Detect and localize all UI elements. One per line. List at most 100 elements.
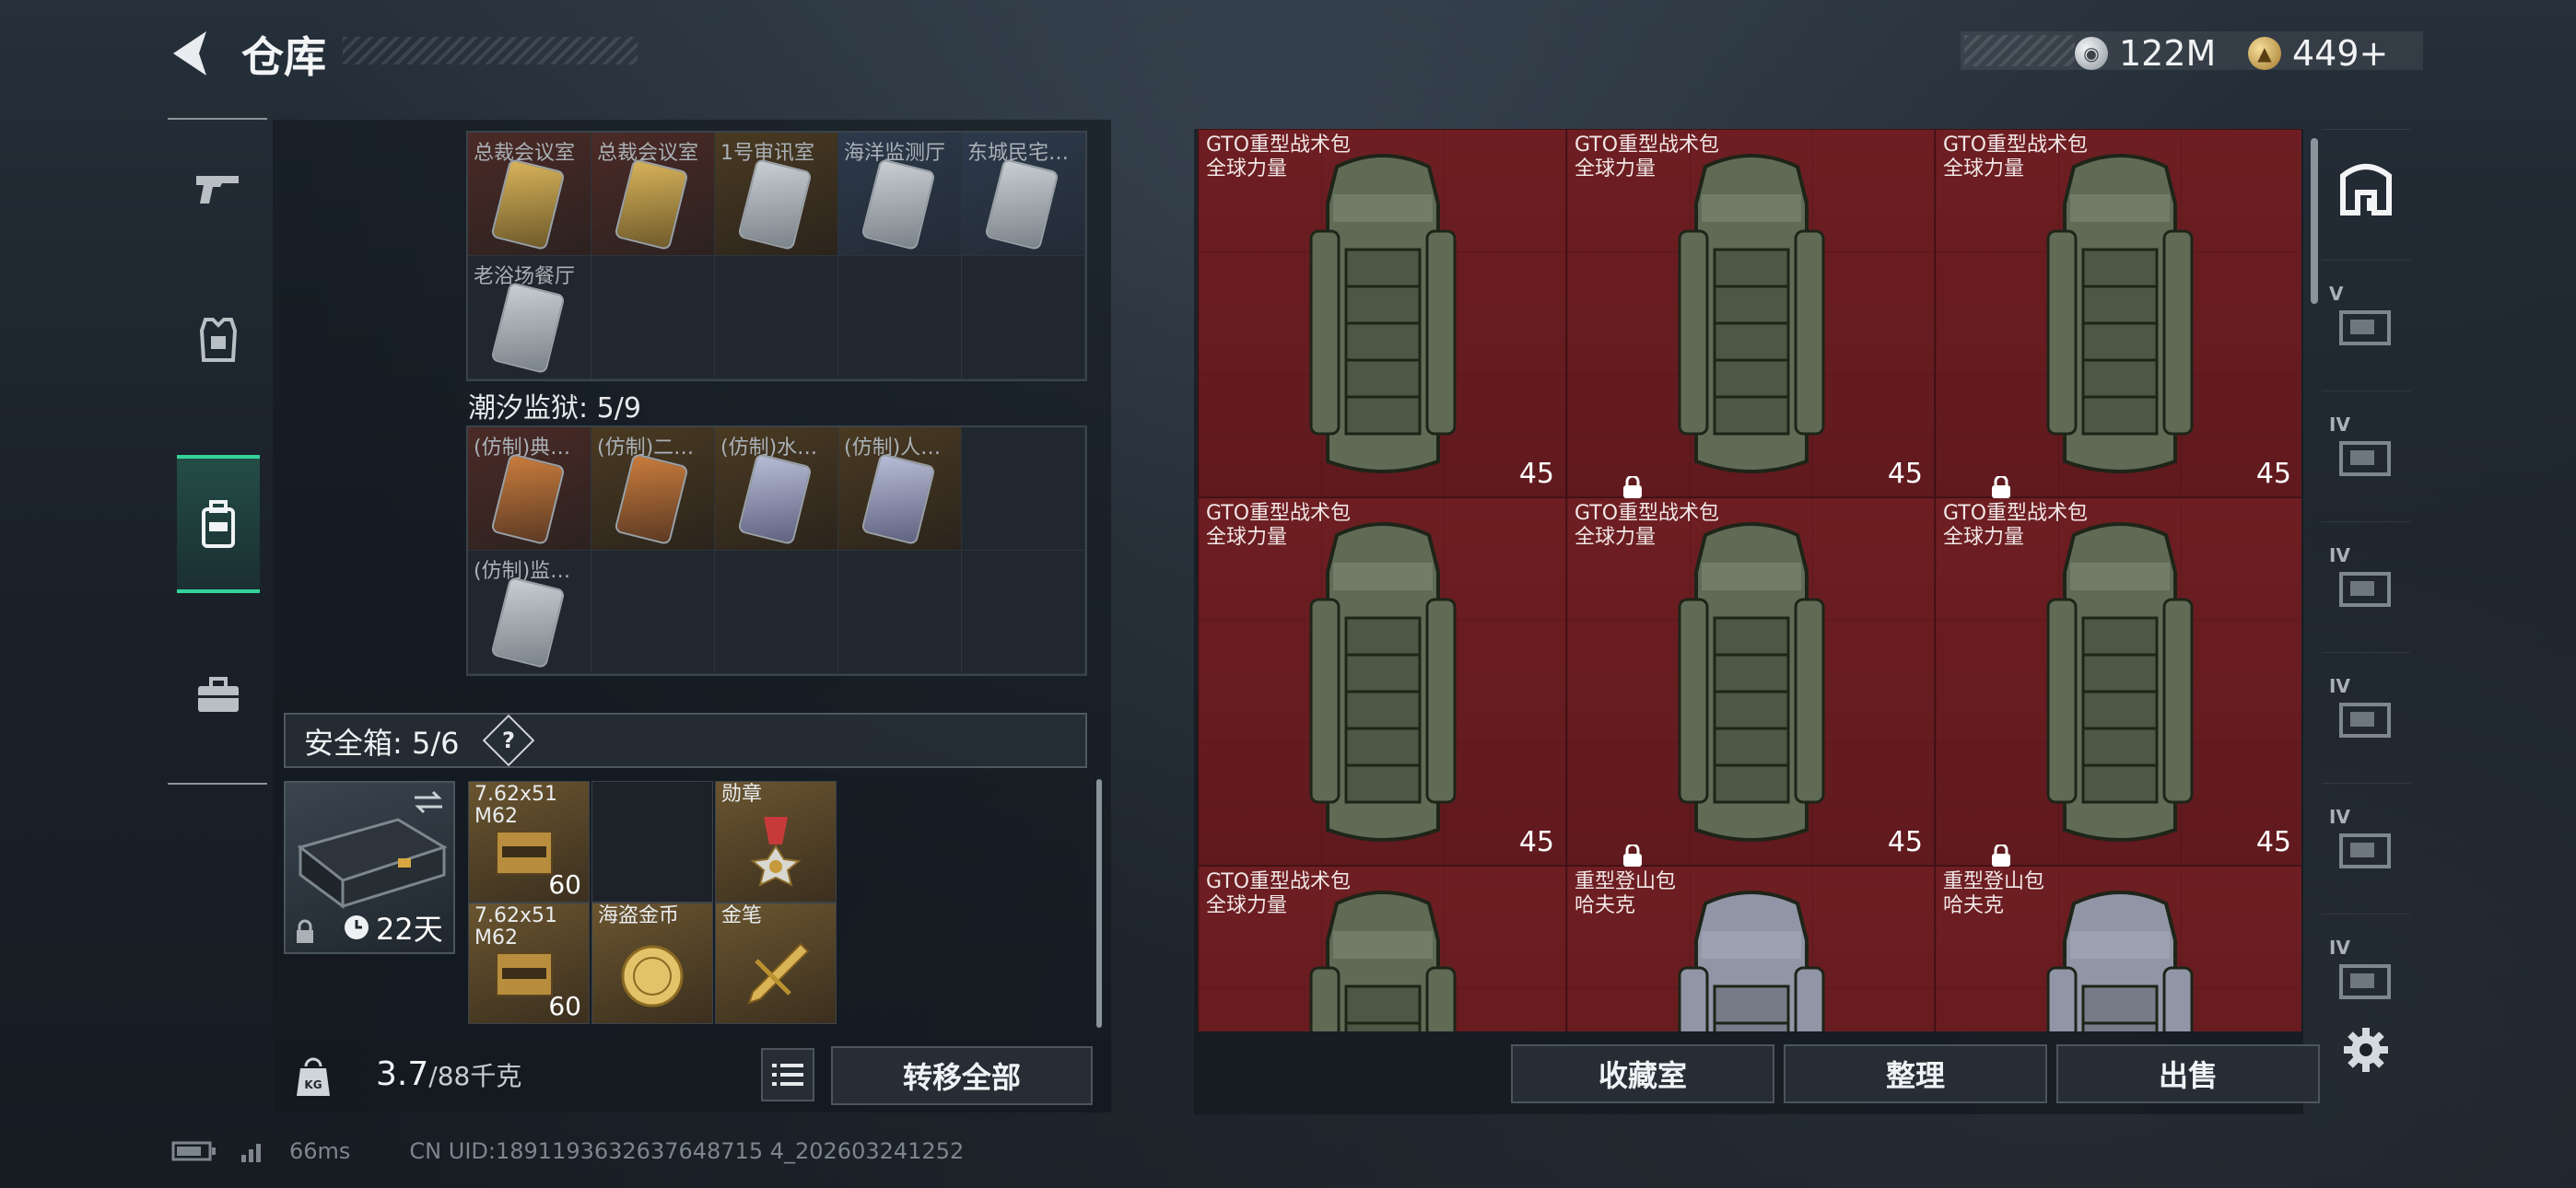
status-line: 66ms CN UID:1891193632637648715 4_202603… [171, 1138, 964, 1164]
key-grid-prison: (仿制)典… (仿制)二… (仿制)水… (仿制)人… (仿制)监… [466, 425, 1087, 676]
collection-room-button[interactable]: 收藏室 [1511, 1044, 1774, 1103]
key-grid-1: 总裁会议室 总裁会议室 1号审讯室 海洋监测厅 东城民宅… 老浴场餐厅 [466, 131, 1087, 381]
nav-cases[interactable] [177, 626, 260, 764]
keycard-icon [490, 157, 566, 251]
key-slot[interactable]: (仿制)水… [715, 427, 838, 551]
pistol-icon [196, 176, 239, 204]
key-slot[interactable]: 1号审讯室 [715, 133, 838, 256]
empty-slot [962, 256, 1085, 379]
keycard-icon [614, 157, 689, 251]
key-slot[interactable]: 老浴场餐厅 [468, 256, 591, 379]
keycard-icon [737, 452, 813, 546]
left-scrollbar[interactable] [1096, 779, 1102, 1028]
item-capacity: 45 [1519, 458, 1642, 498]
stash-tab[interactable]: IV [2322, 914, 2410, 1033]
item-name: GTO重型战术包 全球力量 [1943, 502, 2089, 549]
stash-tab[interactable]: IV [2322, 783, 2410, 903]
empty-slot [715, 551, 838, 674]
list-view-button[interactable] [761, 1048, 814, 1101]
user-uid: CN UID:1891193632637648715 4_20260324125… [409, 1138, 965, 1164]
transfer-all-button[interactable]: 转移全部 [831, 1046, 1093, 1105]
item-name: 重型登山包 哈夫克 [1943, 870, 2045, 917]
item-name: GTO重型战术包 全球力量 [1206, 502, 1352, 549]
stash-item[interactable]: GTO重型战术包 全球力量 45 [1566, 497, 2010, 867]
stash-item[interactable]: GTO重型战术包 全球力量 45 [1198, 129, 1642, 498]
nav-backpacks[interactable] [177, 455, 260, 593]
key-slot[interactable]: (仿制)人… [838, 427, 962, 551]
backpack-icon [1309, 522, 1457, 842]
safe-slot-ammo[interactable]: 7.62x51 M62 60 [468, 903, 590, 1024]
secure-case-icon [297, 818, 448, 909]
back-button[interactable] [166, 26, 217, 81]
backpack-icon [202, 500, 235, 548]
empty-slot [591, 256, 715, 379]
safe-slot-ammo[interactable]: 7.62x51 M62 60 [468, 781, 590, 903]
svg-text:KG: KG [304, 1078, 322, 1091]
tier-label: IV [2329, 937, 2350, 959]
weight-readout: 3.7/88千克 [376, 1055, 522, 1093]
stash-item[interactable]: GTO重型战术包 全球力量 45 [1935, 129, 2301, 497]
stash-item[interactable]: GTO重型战术包 全球力量 45 [1935, 497, 2301, 866]
stash-tab[interactable] [2322, 129, 2410, 249]
weight-icon: KG [287, 1054, 339, 1101]
safe-slot-pen[interactable]: 金笔 [715, 903, 837, 1024]
item-name: GTO重型战术包 全球力量 [1575, 134, 1720, 181]
silver-currency[interactable]: ◉ 122M [2075, 33, 2216, 74]
backpack-icon [2046, 522, 2194, 842]
key-slot[interactable]: (仿制)监… [468, 551, 591, 674]
safe-slot-coin[interactable]: 海盗金币 [591, 903, 713, 1024]
stash-item[interactable]: GTO重型战术包 全球力量 45 [1198, 497, 1642, 867]
signal-icon [241, 1144, 261, 1162]
medal-icon [750, 817, 802, 887]
stash-tab[interactable]: IV [2322, 521, 2410, 641]
stash-item[interactable]: 重型登山包 哈夫克 [1935, 866, 2301, 1031]
empty-slot [838, 256, 962, 379]
silver-coin-icon: ◉ [2075, 37, 2108, 70]
nav-weapons[interactable] [177, 120, 260, 258]
capacity-icon [1622, 844, 1642, 867]
safe-slot-medal[interactable]: 勋章 [715, 781, 837, 903]
key-slot[interactable]: 总裁会议室 [468, 133, 591, 256]
tier-label: V [2329, 283, 2344, 305]
key-slot[interactable]: (仿制)二… [591, 427, 715, 551]
sell-button[interactable]: 出售 [2056, 1044, 2320, 1103]
empty-slot [715, 256, 838, 379]
briefcase-icon [198, 677, 239, 712]
organize-button[interactable]: 整理 [1784, 1044, 2047, 1103]
stash-tab[interactable]: IV [2322, 652, 2410, 772]
capacity-icon [1991, 476, 2010, 498]
empty-slot [962, 427, 1085, 551]
settings-button[interactable] [2338, 1022, 2394, 1077]
empty-slot [838, 551, 962, 674]
nav-armor[interactable] [177, 271, 260, 409]
key-slot[interactable]: (仿制)典… [468, 427, 591, 551]
safe-box-case[interactable]: 22天 [284, 781, 455, 954]
stash-scrollbar[interactable] [2311, 138, 2318, 304]
keycard-icon [614, 452, 689, 546]
stash-tab[interactable]: IV [2322, 390, 2410, 510]
pirate-coin-icon [621, 945, 684, 1007]
ping: 66ms [289, 1138, 351, 1164]
safe-box-label: 安全箱: 5/6 [304, 726, 460, 761]
stash-tab[interactable]: V [2322, 260, 2410, 379]
gold-amount: 449+ [2292, 33, 2389, 74]
backpack-icon [2046, 154, 2194, 473]
swap-icon[interactable] [413, 790, 444, 814]
stash-item[interactable]: GTO重型战术包 全球力量 [1198, 866, 1566, 1031]
tier-label: IV [2329, 675, 2350, 697]
key-slot[interactable]: 海洋监测厅 [838, 133, 962, 256]
prison-section-label: 潮汐监狱: 5/9 [468, 392, 641, 425]
key-slot[interactable]: 总裁会议室 [591, 133, 715, 256]
item-name: GTO重型战术包 全球力量 [1575, 502, 1720, 549]
key-slot[interactable]: 东城民宅… [962, 133, 1085, 256]
stash-item[interactable]: 重型登山包 哈夫克 [1566, 866, 1935, 1031]
item-name: GTO重型战术包 全球力量 [1943, 134, 2089, 181]
keycard-icon [737, 157, 813, 251]
lock-icon [297, 919, 313, 943]
gold-currency[interactable]: ▲ 449+ [2248, 33, 2388, 74]
stash-item[interactable]: GTO重型战术包 全球力量 45 [1566, 129, 2010, 498]
stash-home-icon [2340, 163, 2392, 215]
help-icon: ? [502, 728, 515, 753]
backpack-icon [1678, 891, 1825, 1031]
item-capacity: 45 [1519, 826, 1642, 867]
